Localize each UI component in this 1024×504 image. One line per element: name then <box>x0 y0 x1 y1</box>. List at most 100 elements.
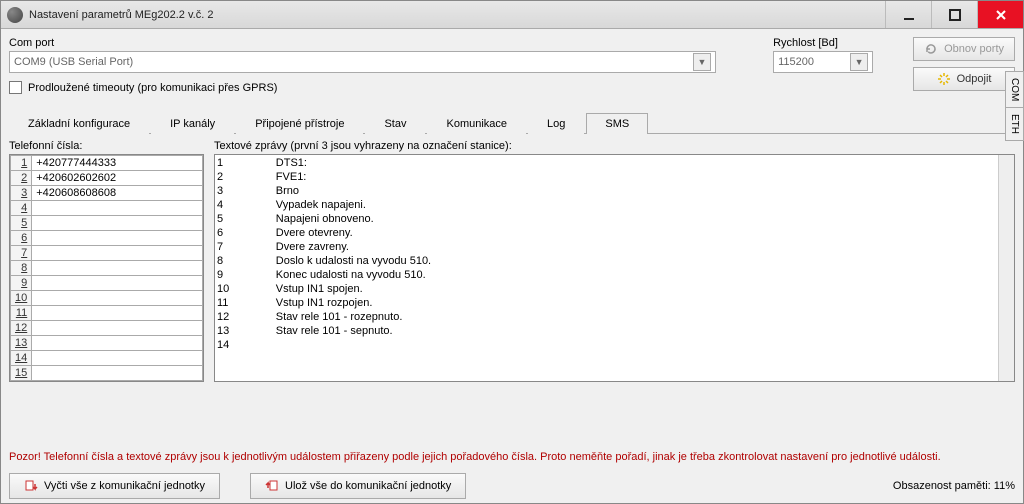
phone-cell[interactable] <box>32 216 203 231</box>
disconnect-icon <box>937 72 951 86</box>
phones-label: Telefonní čísla: <box>9 140 204 152</box>
phones-grid[interactable]: 1+4207774443332+4206026026023+4206086086… <box>9 154 204 382</box>
row-number: 9 <box>11 276 32 291</box>
message-cell[interactable]: Vstup IN1 rozpojen. <box>276 297 996 309</box>
row-number: 8 <box>217 255 274 267</box>
message-cell[interactable]: Doslo k udalosti na vyvodu 510. <box>276 255 996 267</box>
table-row[interactable]: 1+420777444333 <box>11 156 203 171</box>
message-cell[interactable]: Vstup IN1 spojen. <box>276 283 996 295</box>
tab-communication[interactable]: Komunikace <box>427 113 526 134</box>
row-number: 10 <box>217 283 274 295</box>
message-cell[interactable]: Vypadek napajeni. <box>276 199 996 211</box>
table-row[interactable]: 14 <box>11 351 203 366</box>
table-row[interactable]: 10 <box>11 291 203 306</box>
comport-label: Com port <box>9 37 743 49</box>
phone-cell[interactable]: +420777444333 <box>32 156 203 171</box>
phone-cell[interactable] <box>32 351 203 366</box>
phone-cell[interactable] <box>32 231 203 246</box>
dropdown-arrow-icon: ▼ <box>693 53 711 71</box>
tab-ip-channels[interactable]: IP kanály <box>151 113 234 134</box>
table-row[interactable]: 12Stav rele 101 - rozepnuto. <box>217 311 996 323</box>
phone-cell[interactable] <box>32 201 203 216</box>
table-row[interactable]: 11 <box>11 306 203 321</box>
row-number: 15 <box>11 366 32 381</box>
read-all-button[interactable]: Vyčti vše z komunikační jednotky <box>9 473 220 499</box>
upload-icon <box>265 479 279 493</box>
table-row[interactable]: 8Doslo k udalosti na vyvodu 510. <box>217 255 996 267</box>
table-row[interactable]: 13Stav rele 101 - sepnuto. <box>217 325 996 337</box>
dropdown-arrow-icon: ▼ <box>850 53 868 71</box>
phone-cell[interactable]: +420602602602 <box>32 171 203 186</box>
table-row[interactable]: 7 <box>11 246 203 261</box>
speed-value: 115200 <box>778 56 814 68</box>
speed-select[interactable]: 115200 ▼ <box>773 51 873 73</box>
message-cell[interactable]: Konec udalosti na vyvodu 510. <box>276 269 996 281</box>
message-cell[interactable] <box>276 339 996 351</box>
message-cell[interactable]: Stav rele 101 - rozepnuto. <box>276 311 996 323</box>
message-cell[interactable]: Stav rele 101 - sepnuto. <box>276 325 996 337</box>
extended-timeouts-label: Prodloužené timeouty (pro komunikaci pře… <box>28 82 277 94</box>
message-cell[interactable]: DTS1: <box>276 157 996 169</box>
phone-cell[interactable] <box>32 336 203 351</box>
close-button[interactable] <box>977 1 1023 28</box>
table-row[interactable]: 9 <box>11 276 203 291</box>
phone-cell[interactable] <box>32 276 203 291</box>
refresh-ports-button[interactable]: Obnov porty <box>913 37 1015 61</box>
row-number: 7 <box>11 246 32 261</box>
phone-cell[interactable]: +420608608608 <box>32 186 203 201</box>
extended-timeouts-checkbox[interactable] <box>9 81 22 94</box>
save-all-button[interactable]: Ulož vše do komunikační jednotky <box>250 473 466 499</box>
table-row[interactable]: 2FVE1: <box>217 171 996 183</box>
comport-select[interactable]: COM9 (USB Serial Port) ▼ <box>9 51 716 73</box>
tab-log[interactable]: Log <box>528 113 584 134</box>
message-cell[interactable]: Dvere zavreny. <box>276 241 996 253</box>
maximize-button[interactable] <box>931 1 977 28</box>
row-number: 1 <box>11 156 32 171</box>
phone-cell[interactable] <box>32 306 203 321</box>
warning-text: Pozor! Telefonní čísla a textové zprávy … <box>9 451 1015 463</box>
tab-basic-config[interactable]: Základní konfigurace <box>9 113 149 134</box>
disconnect-button[interactable]: Odpojit <box>913 67 1015 91</box>
tab-sms[interactable]: SMS <box>586 113 648 134</box>
table-row[interactable]: 7Dvere zavreny. <box>217 241 996 253</box>
table-row[interactable]: 13 <box>11 336 203 351</box>
phone-cell[interactable] <box>32 246 203 261</box>
table-row[interactable]: 11Vstup IN1 rozpojen. <box>217 297 996 309</box>
message-cell[interactable]: Dvere otevreny. <box>276 227 996 239</box>
table-row[interactable]: 14 <box>217 339 996 351</box>
row-number: 14 <box>217 339 274 351</box>
tab-status[interactable]: Stav <box>365 113 425 134</box>
message-cell[interactable]: Brno <box>276 185 996 197</box>
phone-cell[interactable] <box>32 366 203 381</box>
table-row[interactable]: 9Konec udalosti na vyvodu 510. <box>217 269 996 281</box>
table-row[interactable]: 6Dvere otevreny. <box>217 227 996 239</box>
messages-grid[interactable]: 1DTS1: 2FVE1: 3Brno 4Vypadek napajeni. 5Napa… <box>214 154 1015 382</box>
phone-cell[interactable] <box>32 291 203 306</box>
table-row[interactable]: 15 <box>11 366 203 381</box>
table-row[interactable]: 4 <box>11 201 203 216</box>
table-row[interactable]: 3+420608608608 <box>11 186 203 201</box>
side-tab-eth[interactable]: ETH <box>1005 107 1024 141</box>
table-row[interactable]: 2+420602602602 <box>11 171 203 186</box>
row-number: 12 <box>11 321 32 336</box>
table-row[interactable]: 5Napajeni obnoveno. <box>217 213 996 225</box>
table-row[interactable]: 12 <box>11 321 203 336</box>
table-row[interactable]: 3Brno <box>217 185 996 197</box>
table-row[interactable]: 4Vypadek napajeni. <box>217 199 996 211</box>
table-row[interactable]: 6 <box>11 231 203 246</box>
phone-cell[interactable] <box>32 321 203 336</box>
message-cell[interactable]: FVE1: <box>276 171 996 183</box>
message-cell[interactable]: Napajeni obnoveno. <box>276 213 996 225</box>
phone-cell[interactable] <box>32 261 203 276</box>
tab-connected-devices[interactable]: Připojené přístroje <box>236 113 363 134</box>
table-row[interactable]: 8 <box>11 261 203 276</box>
scrollbar[interactable] <box>998 155 1014 381</box>
minimize-button[interactable] <box>885 1 931 28</box>
table-row[interactable]: 10Vstup IN1 spojen. <box>217 283 996 295</box>
row-number: 5 <box>11 216 32 231</box>
table-row[interactable]: 5 <box>11 216 203 231</box>
row-number: 4 <box>11 201 32 216</box>
table-row[interactable]: 1DTS1: <box>217 157 996 169</box>
side-tab-com[interactable]: COM <box>1005 71 1024 108</box>
save-all-label: Ulož vše do komunikační jednotky <box>285 480 451 492</box>
